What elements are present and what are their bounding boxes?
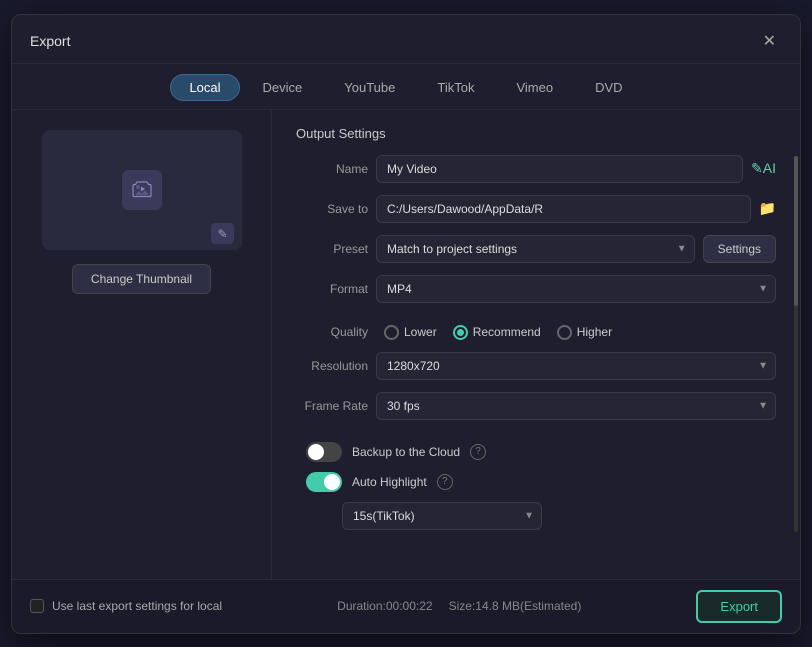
resolution-select[interactable]: 1280x720 — [376, 352, 776, 380]
highlight-duration-row: 15s(TikTok) ▼ — [296, 502, 776, 530]
main-content: ✎ Change Thumbnail Output Settings Name … — [12, 110, 800, 579]
quality-lower-label: Lower — [404, 325, 437, 339]
quality-higher-label: Higher — [577, 325, 612, 339]
auto-highlight-label: Auto Highlight — [352, 475, 427, 489]
backup-cloud-toggle[interactable] — [306, 442, 342, 462]
tab-dvd[interactable]: DVD — [576, 74, 641, 101]
tabs-bar: Local Device YouTube TikTok Vimeo DVD — [12, 64, 800, 110]
name-label: Name — [296, 162, 368, 176]
highlight-duration-select-wrapper: 15s(TikTok) ▼ — [342, 502, 542, 530]
name-input[interactable] — [376, 155, 743, 183]
ai-icon[interactable]: ✎AI — [751, 160, 776, 177]
export-dialog: Export ✕ Local Device YouTube TikTok Vim… — [11, 14, 801, 634]
output-settings-title: Output Settings — [296, 126, 776, 141]
size-value: 14.8 MB(Estimated) — [475, 599, 581, 613]
backup-cloud-label: Backup to the Cloud — [352, 445, 460, 459]
right-panel: Output Settings Name ✎AI Save to 📁 Prese… — [272, 110, 800, 579]
tab-vimeo[interactable]: Vimeo — [497, 74, 572, 101]
tab-device[interactable]: Device — [244, 74, 322, 101]
tab-tiktok[interactable]: TikTok — [418, 74, 493, 101]
tab-local[interactable]: Local — [170, 74, 239, 101]
quality-higher-radio[interactable] — [557, 325, 572, 340]
quality-higher-option[interactable]: Higher — [557, 325, 612, 340]
preset-select-wrapper: Match to project settings ▼ — [376, 235, 695, 263]
preset-row: Preset Match to project settings ▼ Setti… — [296, 235, 776, 263]
quality-lower-option[interactable]: Lower — [384, 325, 437, 340]
quality-lower-radio[interactable] — [384, 325, 399, 340]
save-to-row: Save to 📁 — [296, 195, 776, 223]
quality-label: Quality — [296, 325, 368, 339]
save-to-label: Save to — [296, 202, 368, 216]
auto-highlight-row: Auto Highlight ? — [296, 472, 776, 492]
size-label: Size: — [449, 599, 476, 613]
close-button[interactable]: ✕ — [757, 29, 782, 53]
scrollbar-thumb[interactable] — [794, 156, 798, 306]
title-bar: Export ✕ — [12, 15, 800, 64]
quality-radio-group: Lower Recommend Higher — [384, 325, 612, 340]
auto-highlight-knob — [324, 474, 340, 490]
folder-icon[interactable]: 📁 — [759, 200, 776, 217]
format-select-wrapper: MP4 ▼ — [376, 275, 776, 303]
resolution-label: Resolution — [296, 359, 368, 373]
quality-row: Quality Lower Recommend — [296, 325, 776, 340]
preset-select[interactable]: Match to project settings — [376, 235, 695, 263]
footer: Use last export settings for local Durat… — [12, 579, 800, 633]
left-panel: ✎ Change Thumbnail — [12, 110, 272, 579]
export-button[interactable]: Export — [696, 590, 782, 623]
duration-label: Duration: — [337, 599, 386, 613]
name-row: Name ✎AI — [296, 155, 776, 183]
auto-highlight-toggle[interactable] — [306, 472, 342, 492]
quality-recommend-option[interactable]: Recommend — [453, 325, 541, 340]
save-to-input[interactable] — [376, 195, 751, 223]
quality-recommend-radio[interactable] — [453, 325, 468, 340]
change-thumbnail-button[interactable]: Change Thumbnail — [72, 264, 211, 294]
auto-highlight-help-icon[interactable]: ? — [437, 474, 453, 490]
format-select[interactable]: MP4 — [376, 275, 776, 303]
use-last-settings-checkbox[interactable] — [30, 599, 44, 613]
resolution-select-wrapper: 1280x720 ▼ — [376, 352, 776, 380]
backup-cloud-help-icon[interactable]: ? — [470, 444, 486, 460]
scrollbar-track — [794, 156, 798, 531]
frame-rate-row: Frame Rate 30 fps ▼ — [296, 392, 776, 420]
frame-rate-label: Frame Rate — [296, 399, 368, 413]
thumbnail-icon — [122, 170, 162, 210]
use-last-settings-label: Use last export settings for local — [52, 599, 222, 613]
quality-recommend-label: Recommend — [473, 325, 541, 339]
duration-info: Duration:00:00:22 — [337, 599, 432, 613]
preset-label: Preset — [296, 242, 368, 256]
settings-button[interactable]: Settings — [703, 235, 776, 263]
highlight-duration-select[interactable]: 15s(TikTok) — [342, 502, 542, 530]
dialog-title: Export — [30, 33, 70, 49]
frame-rate-select-wrapper: 30 fps ▼ — [376, 392, 776, 420]
footer-info: Duration:00:00:22 Size:14.8 MB(Estimated… — [337, 599, 581, 613]
tab-youtube[interactable]: YouTube — [325, 74, 414, 101]
resolution-row: Resolution 1280x720 ▼ — [296, 352, 776, 380]
size-info: Size:14.8 MB(Estimated) — [449, 599, 582, 613]
backup-cloud-row: Backup to the Cloud ? — [296, 442, 776, 462]
format-row: Format MP4 ▼ — [296, 275, 776, 303]
frame-rate-select[interactable]: 30 fps — [376, 392, 776, 420]
duration-value: 00:00:22 — [386, 599, 433, 613]
thumbnail-preview[interactable]: ✎ — [42, 130, 242, 250]
backup-cloud-knob — [308, 444, 324, 460]
format-label: Format — [296, 282, 368, 296]
edit-thumbnail-icon[interactable]: ✎ — [211, 223, 233, 244]
use-last-settings-row[interactable]: Use last export settings for local — [30, 599, 222, 613]
